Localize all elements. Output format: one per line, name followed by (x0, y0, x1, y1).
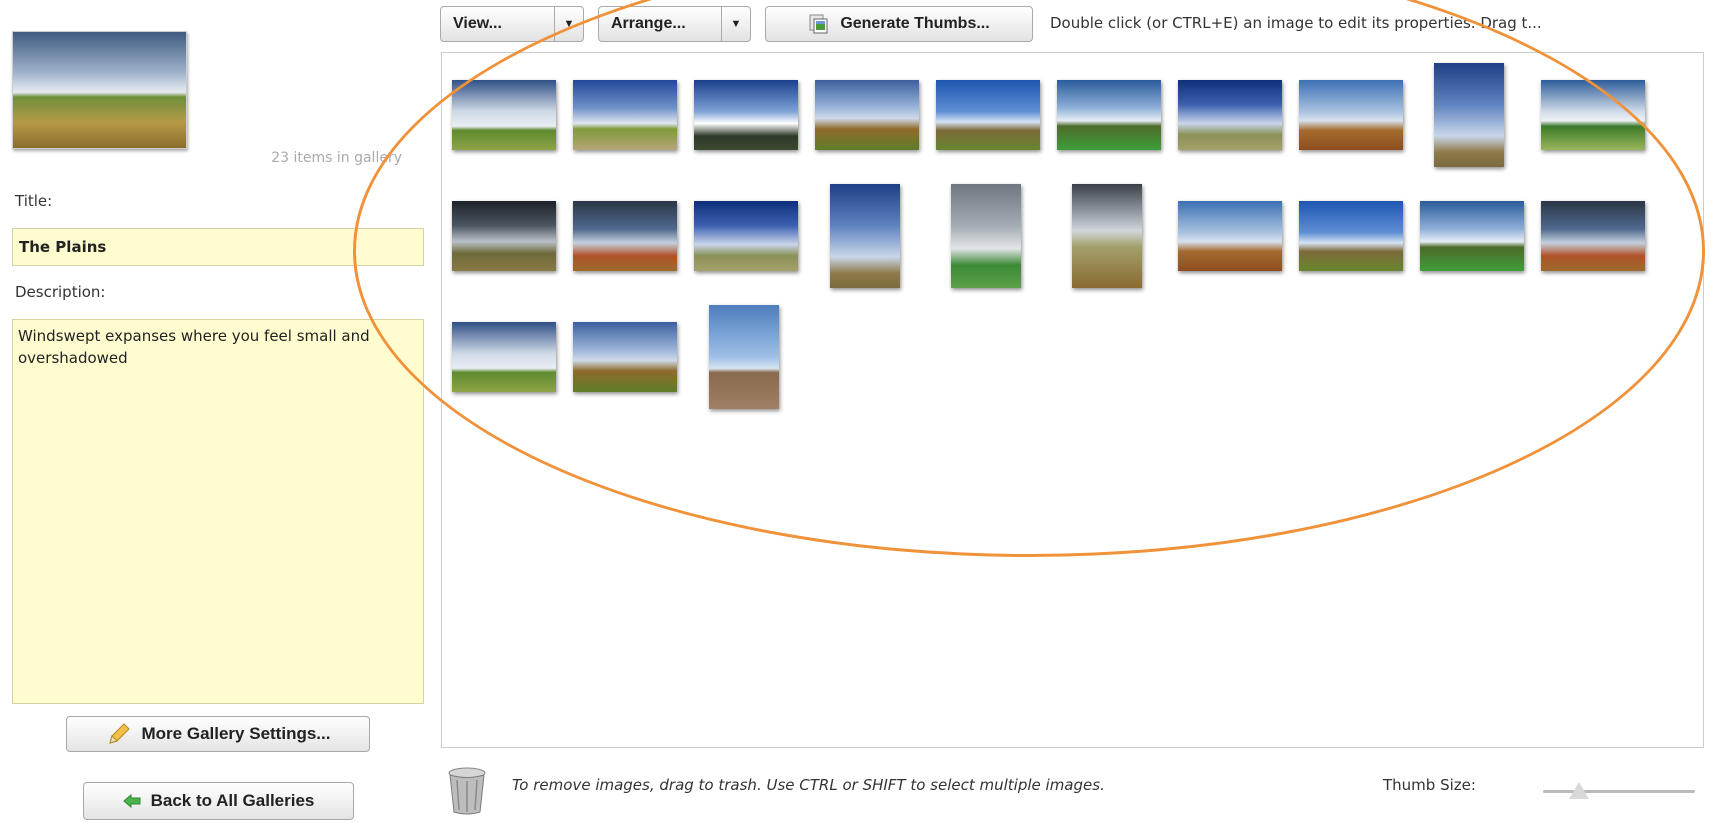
gallery-thumbnail[interactable] (573, 201, 677, 271)
gallery-thumbnail[interactable] (1299, 201, 1403, 271)
arrange-label: Arrange... (611, 15, 686, 32)
gallery-thumbnail[interactable] (452, 322, 556, 392)
arrange-button[interactable]: Arrange... ▼ (598, 6, 751, 42)
title-label: Title: (15, 192, 53, 210)
gallery-cover-image (12, 31, 187, 149)
gallery-thumbnail[interactable] (709, 305, 779, 409)
trash-hint: To remove images, drag to trash. Use CTR… (512, 776, 1105, 794)
thumb-size-slider[interactable] (1543, 780, 1695, 804)
gallery-thumbnail[interactable] (1178, 201, 1282, 271)
item-count: 23 items in gallery (271, 150, 402, 166)
gallery-thumbnail[interactable] (694, 201, 798, 271)
gallery-thumbnail[interactable] (452, 80, 556, 150)
thumb-size-label: Thumb Size: (1383, 776, 1476, 794)
view-dropdown-arrow[interactable]: ▼ (554, 7, 583, 41)
gallery-thumbnail[interactable] (694, 80, 798, 150)
gallery-thumbnail[interactable] (936, 80, 1040, 150)
trash-icon[interactable] (446, 766, 488, 816)
gallery-thumbnail[interactable] (573, 322, 677, 392)
view-button[interactable]: View... ▼ (440, 6, 584, 42)
slider-knob[interactable] (1569, 782, 1589, 799)
gallery-properties-panel: 23 items in gallery Title: The Plains De… (0, 0, 430, 831)
gallery-thumbnail[interactable] (1541, 201, 1645, 271)
gallery-thumbnail[interactable] (815, 80, 919, 150)
image-grid[interactable] (441, 52, 1704, 748)
gallery-thumbnail[interactable] (830, 184, 900, 288)
toolbar-hint: Double click (or CTRL+E) an image to edi… (1050, 14, 1542, 32)
more-gallery-settings-label: More Gallery Settings... (141, 724, 331, 743)
back-label: Back to All Galleries (150, 791, 315, 810)
gallery-thumbnail[interactable] (452, 201, 556, 271)
gallery-thumbnail[interactable] (1434, 63, 1504, 167)
gallery-thumbnail[interactable] (1057, 80, 1161, 150)
pencil-icon (108, 723, 130, 744)
generate-thumbs-button[interactable]: Generate Thumbs... (765, 6, 1033, 42)
gallery-thumbnail[interactable] (573, 80, 677, 150)
generate-thumbs-label: Generate Thumbs... (840, 15, 990, 32)
arrow-left-icon (122, 793, 141, 809)
gallery-thumbnail[interactable] (1420, 201, 1524, 271)
gallery-thumbnail[interactable] (1178, 80, 1282, 150)
slider-track (1543, 790, 1695, 793)
description-label: Description: (15, 283, 106, 301)
title-field[interactable]: The Plains (12, 228, 424, 266)
thumbnails-icon (809, 14, 828, 34)
description-field[interactable]: Windswept expanses where you feel small … (12, 319, 424, 704)
gallery-thumbnail[interactable] (951, 184, 1021, 288)
gallery-thumbnail[interactable] (1072, 184, 1142, 288)
view-label: View... (453, 15, 502, 32)
gallery-thumbnail[interactable] (1299, 80, 1403, 150)
arrange-dropdown-arrow[interactable]: ▼ (721, 7, 750, 41)
gallery-thumbnail[interactable] (1541, 80, 1645, 150)
more-gallery-settings-button[interactable]: More Gallery Settings... (66, 716, 370, 752)
back-to-all-galleries-button[interactable]: Back to All Galleries (83, 782, 354, 820)
